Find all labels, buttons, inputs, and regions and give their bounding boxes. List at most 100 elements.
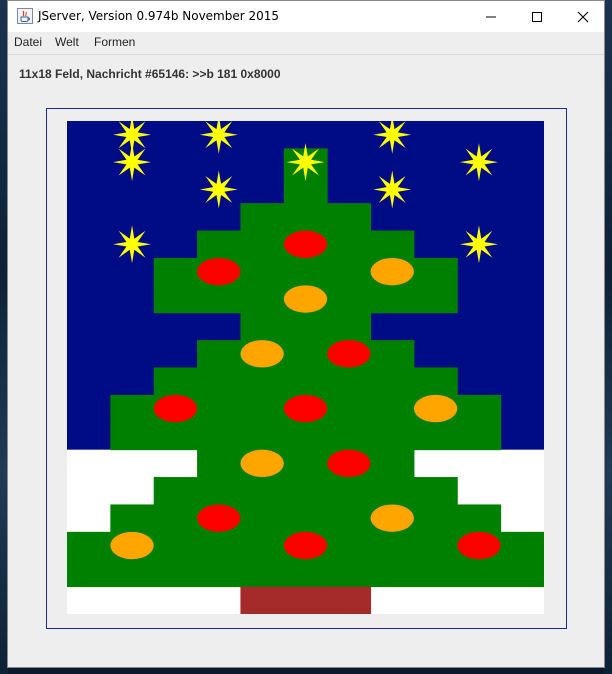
close-icon bbox=[577, 11, 589, 22]
red-ornament bbox=[283, 230, 328, 258]
trunk-cell bbox=[283, 586, 328, 614]
sky-cell bbox=[500, 340, 544, 368]
tree-cell bbox=[240, 504, 285, 533]
sky-cell bbox=[500, 312, 544, 341]
orange-ornament bbox=[110, 531, 154, 560]
tree-cell bbox=[153, 257, 198, 286]
tree-cell bbox=[283, 203, 328, 232]
sky-cell bbox=[153, 175, 198, 204]
sky-cell bbox=[197, 312, 241, 341]
tree-cell bbox=[413, 285, 458, 314]
tree-cell bbox=[413, 531, 458, 560]
sky-cell bbox=[500, 394, 544, 423]
sky-cell bbox=[110, 285, 155, 314]
java-icon[interactable] bbox=[17, 8, 33, 24]
tree-cell bbox=[370, 367, 415, 396]
tree-cell bbox=[370, 449, 415, 478]
tree-cell bbox=[457, 559, 502, 588]
tree-cell bbox=[240, 422, 285, 451]
sky-cell bbox=[457, 285, 502, 314]
sky-cell bbox=[500, 175, 544, 204]
star-icon bbox=[286, 143, 325, 182]
tree-cell bbox=[110, 394, 155, 423]
tree-cell bbox=[67, 559, 111, 588]
minimize-button[interactable] bbox=[468, 1, 514, 32]
menu-datei[interactable]: Datei bbox=[14, 35, 42, 49]
sky-cell bbox=[413, 148, 458, 177]
tree-cell bbox=[240, 312, 285, 341]
maximize-button[interactable] bbox=[514, 1, 560, 32]
tree-cell bbox=[283, 422, 328, 451]
snow-cell bbox=[370, 586, 415, 614]
tree-cell bbox=[283, 340, 328, 368]
tree-cell bbox=[327, 257, 372, 286]
tree-cell bbox=[327, 367, 372, 396]
star-icon bbox=[459, 143, 498, 182]
snow-cell bbox=[197, 586, 241, 614]
snow-cell bbox=[153, 586, 198, 614]
sky-cell bbox=[110, 340, 155, 368]
red-ornament bbox=[283, 531, 328, 560]
tree-cell bbox=[327, 285, 372, 314]
tree-cell bbox=[240, 203, 285, 232]
sky-cell bbox=[457, 257, 502, 286]
sky-cell bbox=[110, 312, 155, 341]
tree-cell bbox=[197, 230, 241, 259]
menu-welt[interactable]: Welt bbox=[55, 35, 79, 49]
sky-cell bbox=[110, 367, 155, 396]
sky-cell bbox=[153, 121, 198, 149]
sky-cell bbox=[67, 230, 111, 259]
tree-cell bbox=[153, 285, 198, 314]
sky-cell bbox=[240, 121, 285, 149]
tree-cell bbox=[283, 367, 328, 396]
sky-cell bbox=[67, 203, 111, 232]
sky-cell bbox=[500, 148, 544, 177]
tree-cell bbox=[283, 175, 328, 204]
sky-cell bbox=[153, 230, 198, 259]
application-window: JServer, Version 0.974b November 2015 Da… bbox=[7, 0, 605, 668]
sky-cell bbox=[500, 367, 544, 396]
sky-cell bbox=[413, 121, 458, 149]
tree-cell bbox=[197, 422, 241, 451]
red-ornament bbox=[327, 449, 371, 478]
red-ornament bbox=[457, 531, 501, 560]
snow-cell bbox=[457, 477, 502, 505]
sky-cell bbox=[500, 203, 544, 232]
sky-cell bbox=[67, 285, 111, 314]
sky-cell bbox=[413, 340, 458, 368]
tree-cell bbox=[240, 477, 285, 505]
tree-cell bbox=[413, 504, 458, 533]
menu-formen[interactable]: Formen bbox=[94, 35, 135, 49]
sky-cell bbox=[67, 422, 111, 451]
tree-cell bbox=[370, 394, 415, 423]
orange-ornament bbox=[370, 257, 414, 286]
red-ornament bbox=[197, 257, 241, 286]
star-icon bbox=[113, 225, 152, 264]
tree-cell bbox=[370, 285, 415, 314]
tree-cell bbox=[413, 559, 458, 588]
sky-cell bbox=[110, 175, 155, 204]
title-bar[interactable]: JServer, Version 0.974b November 2015 bbox=[8, 1, 604, 32]
board-grid[interactable] bbox=[67, 121, 544, 614]
trunk-cell bbox=[327, 586, 372, 614]
sky-cell bbox=[67, 121, 111, 149]
snow-cell bbox=[500, 586, 544, 614]
sky-cell bbox=[327, 148, 372, 177]
sky-cell bbox=[67, 148, 111, 177]
tree-cell bbox=[110, 504, 155, 533]
sky-cell bbox=[413, 203, 458, 232]
snow-cell bbox=[153, 449, 198, 478]
tree-cell bbox=[197, 531, 241, 560]
tree-cell bbox=[240, 367, 285, 396]
tree-cell bbox=[413, 422, 458, 451]
star-icon bbox=[373, 170, 412, 209]
tree-cell bbox=[197, 367, 241, 396]
sky-cell bbox=[197, 203, 241, 232]
tree-cell bbox=[500, 559, 544, 588]
sky-cell bbox=[67, 312, 111, 341]
tree-cell bbox=[457, 422, 502, 451]
tree-cell bbox=[153, 422, 198, 451]
close-button[interactable] bbox=[560, 1, 606, 32]
sky-cell bbox=[67, 340, 111, 368]
snow-cell bbox=[67, 504, 111, 533]
